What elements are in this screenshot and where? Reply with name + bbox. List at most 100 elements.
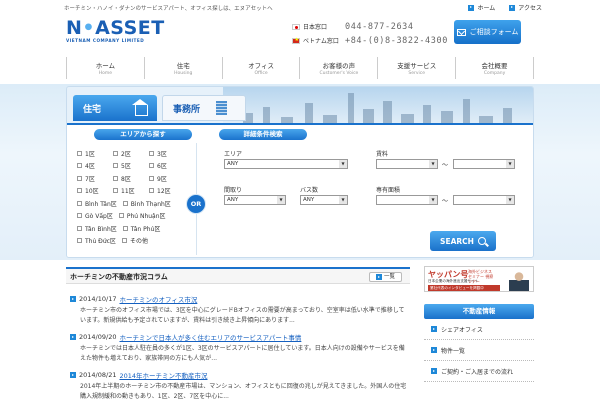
site-logo[interactable]: N•ASSET VIETNAM COMPANY LIMITED bbox=[66, 18, 165, 43]
sidebar-item-share-office[interactable]: シェアオフィス bbox=[424, 319, 534, 340]
checkbox-icon[interactable] bbox=[113, 150, 118, 156]
nav-customer-voice[interactable]: お客様の声 Customer's Voice bbox=[300, 57, 379, 79]
rent-max-select[interactable] bbox=[453, 159, 515, 169]
nav-home[interactable]: ホーム Home bbox=[67, 57, 145, 79]
floor-area-max-select[interactable] bbox=[453, 195, 515, 205]
article-excerpt: ホーチミン市のオフィス市場では、3区を中心にグレードBオフィスの需要が高まってお… bbox=[80, 307, 405, 324]
district-option[interactable]: 12区 bbox=[149, 186, 185, 195]
checkbox-icon[interactable] bbox=[113, 188, 118, 194]
district-option[interactable]: 1区 bbox=[77, 149, 113, 158]
top-links: ホーム アクセス bbox=[468, 3, 542, 12]
range-separator: ～ bbox=[442, 198, 449, 205]
checkbox-icon[interactable] bbox=[77, 200, 82, 206]
article-date: 2014/09/20 bbox=[79, 333, 117, 341]
checkbox-icon[interactable] bbox=[122, 200, 128, 206]
nav-housing-sublabel: Housing bbox=[174, 71, 193, 76]
district-option[interactable]: 3区 bbox=[149, 149, 185, 158]
district-label: 8区 bbox=[121, 175, 131, 183]
search-button[interactable]: SEARCH bbox=[430, 231, 496, 251]
nav-customer-voice-sublabel: Customer's Voice bbox=[319, 71, 359, 76]
area-select[interactable]: ANY bbox=[224, 159, 348, 169]
district-option[interactable]: 6区 bbox=[149, 161, 185, 170]
checkbox-icon[interactable] bbox=[149, 163, 154, 169]
checkbox-icon[interactable] bbox=[113, 175, 118, 181]
nav-office[interactable]: オフィス Office bbox=[223, 57, 301, 79]
article-headline: 2014/08/21 2014年ホーチミン不動産市況 bbox=[70, 370, 410, 380]
district-option[interactable]: 9区 bbox=[149, 174, 185, 183]
bathrooms-select[interactable]: ANY bbox=[300, 195, 348, 205]
checkbox-icon[interactable] bbox=[77, 213, 82, 219]
checkbox-icon[interactable] bbox=[77, 225, 82, 231]
district-option[interactable]: 7区 bbox=[77, 174, 113, 183]
article-excerpt: 2014年上半期のホーチミン市の不動産市場は、マンション、オフィスともに回復の兆… bbox=[80, 383, 407, 400]
field-label-area: エリア bbox=[224, 151, 243, 158]
nav-company[interactable]: 会社概要 Company bbox=[456, 57, 534, 79]
district-option[interactable]: その他 bbox=[121, 236, 148, 245]
district-option[interactable]: 2区 bbox=[113, 149, 149, 158]
district-option[interactable]: 8区 bbox=[113, 174, 149, 183]
checkbox-icon[interactable] bbox=[121, 238, 127, 244]
toplink-access[interactable]: アクセス bbox=[509, 3, 542, 12]
house-icon bbox=[132, 98, 149, 116]
search-button-label: SEARCH bbox=[440, 236, 474, 246]
view-all-label: 一覧 bbox=[383, 274, 395, 280]
district-option[interactable]: Bình Thạnh区 bbox=[122, 199, 171, 208]
nav-service-label: 支援サービス bbox=[397, 62, 437, 70]
detail-search-heading: 詳細条件検索 bbox=[219, 129, 307, 140]
district-option[interactable]: 5区 bbox=[113, 161, 149, 170]
district-row: 4区 5区 6区 bbox=[77, 160, 187, 173]
nav-office-sublabel: Office bbox=[254, 71, 268, 76]
nav-service[interactable]: 支援サービス Service bbox=[378, 57, 457, 79]
article-title-link[interactable]: ホーチミンで日本人が多く住むエリアのサービスアパート事情 bbox=[119, 332, 301, 342]
district-option[interactable]: Tân Bình区 bbox=[77, 224, 117, 233]
checkbox-icon[interactable] bbox=[77, 163, 82, 169]
checkbox-icon[interactable] bbox=[118, 213, 124, 219]
arrow-square-icon bbox=[70, 334, 76, 340]
district-option[interactable]: 11区 bbox=[113, 186, 149, 195]
checkbox-icon[interactable] bbox=[77, 188, 82, 194]
checkbox-icon[interactable] bbox=[113, 163, 118, 169]
consultation-form-button[interactable]: ご相談フォーム bbox=[454, 20, 521, 44]
sidebar-item-property-list[interactable]: 物件一覧 bbox=[424, 340, 534, 361]
list-item: 2014/10/17 ホーチミンのオフィス市況 ホーチミン市のオフィス市場では、… bbox=[70, 294, 410, 325]
toplink-home[interactable]: ホーム bbox=[468, 3, 495, 12]
yappango-banner[interactable]: ヤッパン号 海外ビジネス セミナー 視察ツアー 日本企業の海外進出支援サイト 業… bbox=[424, 266, 534, 292]
district-option[interactable]: Phú Nhuận区 bbox=[118, 211, 166, 220]
checkbox-icon[interactable] bbox=[77, 175, 82, 181]
floor-area-min-select[interactable] bbox=[376, 195, 438, 205]
checkbox-icon[interactable] bbox=[122, 225, 128, 231]
nav-housing[interactable]: 住宅 Housing bbox=[145, 57, 223, 79]
district-option[interactable]: Bình Tân区 bbox=[77, 199, 117, 208]
district-label: 12区 bbox=[157, 188, 171, 196]
banner-subtitle: 日本企業の海外進出支援サイト bbox=[428, 279, 479, 283]
checkbox-icon[interactable] bbox=[149, 188, 154, 194]
article-title-link[interactable]: 2014年ホーチミン不動産市況 bbox=[119, 370, 207, 380]
district-label: 11区 bbox=[121, 188, 135, 196]
district-row: Gò Vấp区 Phú Nhuận区 bbox=[77, 210, 187, 223]
area-search-heading: エリアから探す bbox=[94, 129, 192, 140]
view-all-button[interactable]: 一覧 bbox=[368, 272, 402, 282]
article-title-link[interactable]: ホーチミンのオフィス市況 bbox=[119, 294, 197, 304]
mail-icon bbox=[456, 28, 466, 36]
checkbox-icon[interactable] bbox=[149, 150, 154, 156]
district-row: Bình Tân区 Bình Thạnh区 bbox=[77, 197, 187, 210]
tab-office[interactable]: 事務所 bbox=[162, 95, 246, 121]
district-option[interactable]: 10区 bbox=[77, 186, 113, 195]
sidebar-item-contract-flow[interactable]: ご契約・ご入居までの流れ bbox=[424, 361, 534, 382]
checkbox-icon[interactable] bbox=[77, 238, 82, 244]
layout-select[interactable]: ANY bbox=[224, 195, 286, 205]
district-label: Gò Vấp区 bbox=[85, 213, 113, 221]
district-option[interactable]: Tân Phú区 bbox=[122, 224, 161, 233]
rent-min-select[interactable] bbox=[376, 159, 438, 169]
arrow-square-icon bbox=[431, 368, 437, 374]
district-option[interactable]: 4区 bbox=[77, 161, 113, 170]
district-label: Tân Phú区 bbox=[130, 225, 161, 233]
japan-flag-icon bbox=[292, 23, 300, 30]
district-option[interactable]: Thủ Đức区 bbox=[77, 236, 116, 245]
district-option[interactable]: Gò Vấp区 bbox=[77, 211, 113, 220]
tab-housing[interactable]: 住宅 bbox=[73, 95, 157, 121]
contact-numbers: 日本窓口 044-877-2634 ベトナム窓口 +84-(0)8-3822-4… bbox=[292, 20, 448, 48]
checkbox-icon[interactable] bbox=[77, 150, 82, 156]
checkbox-icon[interactable] bbox=[149, 175, 154, 181]
column-section-header: ホーチミンの不動産市況コラム 一覧 bbox=[66, 267, 410, 284]
